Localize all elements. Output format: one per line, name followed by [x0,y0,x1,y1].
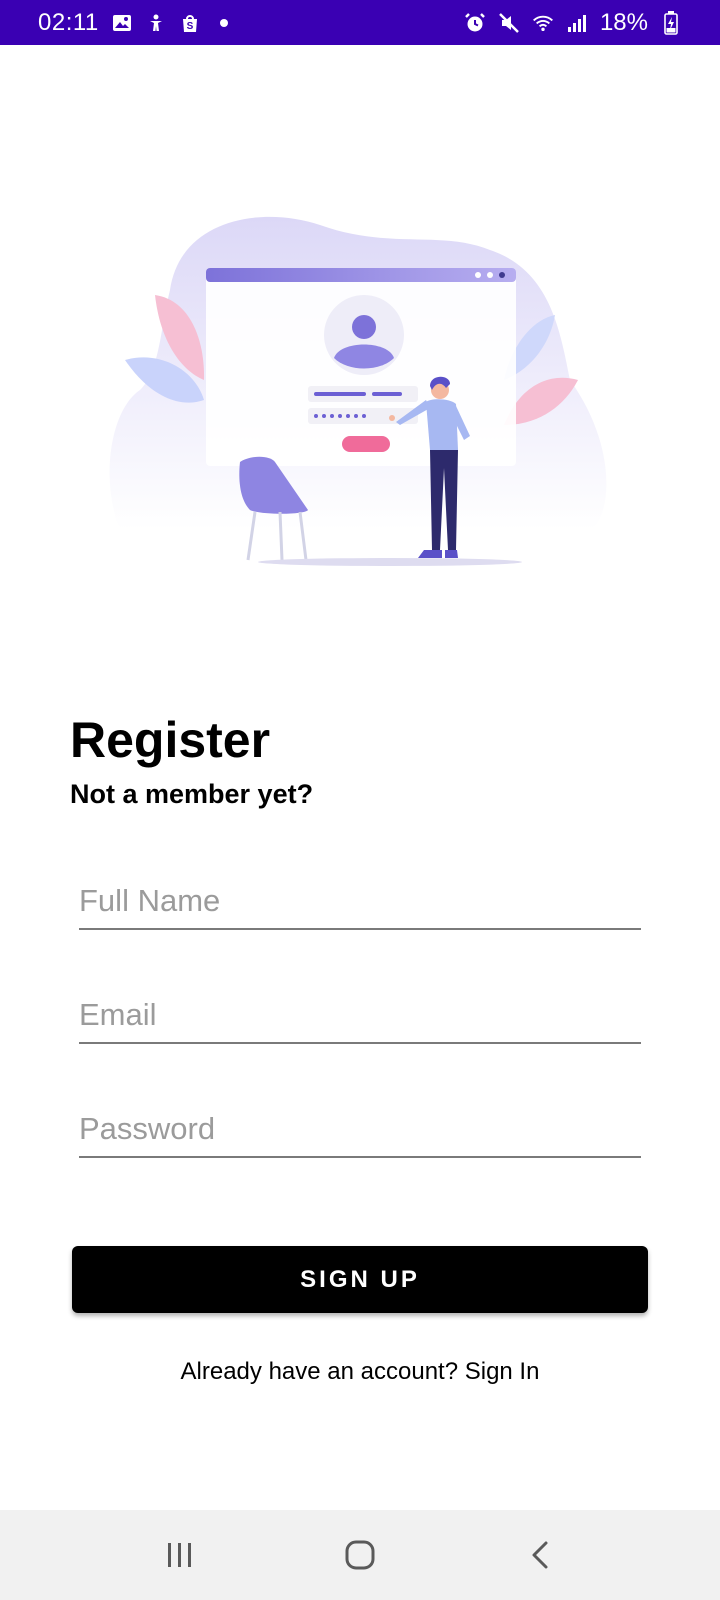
mute-icon [498,12,520,34]
status-time: 02:11 [38,8,99,36]
battery-charging-icon [660,10,682,35]
page-title: Register [70,712,271,768]
gallery-icon [111,12,133,34]
page-subtitle: Not a member yet? [70,779,314,809]
sign-in-link[interactable]: Already have an account? Sign In [0,1358,720,1386]
password-field[interactable] [79,1102,641,1158]
signal-icon [566,12,588,34]
alarm-icon [464,12,486,34]
email-field[interactable] [79,988,641,1044]
system-nav-bar [0,1510,720,1600]
battery-percent: 18% [599,8,648,36]
wifi-icon [532,12,554,34]
register-screen: 02:11 S 18% Register Not a member yet? F… [0,0,720,1600]
shop-icon: S [179,12,201,34]
accessibility-icon [145,12,167,34]
signup-illustration [100,200,620,590]
notification-dot-icon [213,12,235,34]
sign-up-button[interactable]: SIGN UP [72,1246,648,1313]
home-icon[interactable] [320,1525,400,1585]
status-bar: 02:11 S 18% [0,0,720,45]
back-icon[interactable] [500,1525,580,1585]
recent-apps-icon[interactable] [140,1525,220,1585]
status-bar-right: 18% [464,9,682,37]
full-name-field[interactable] [79,874,641,930]
status-bar-left: 02:11 S [38,9,235,37]
svg-text:S: S [186,21,193,32]
